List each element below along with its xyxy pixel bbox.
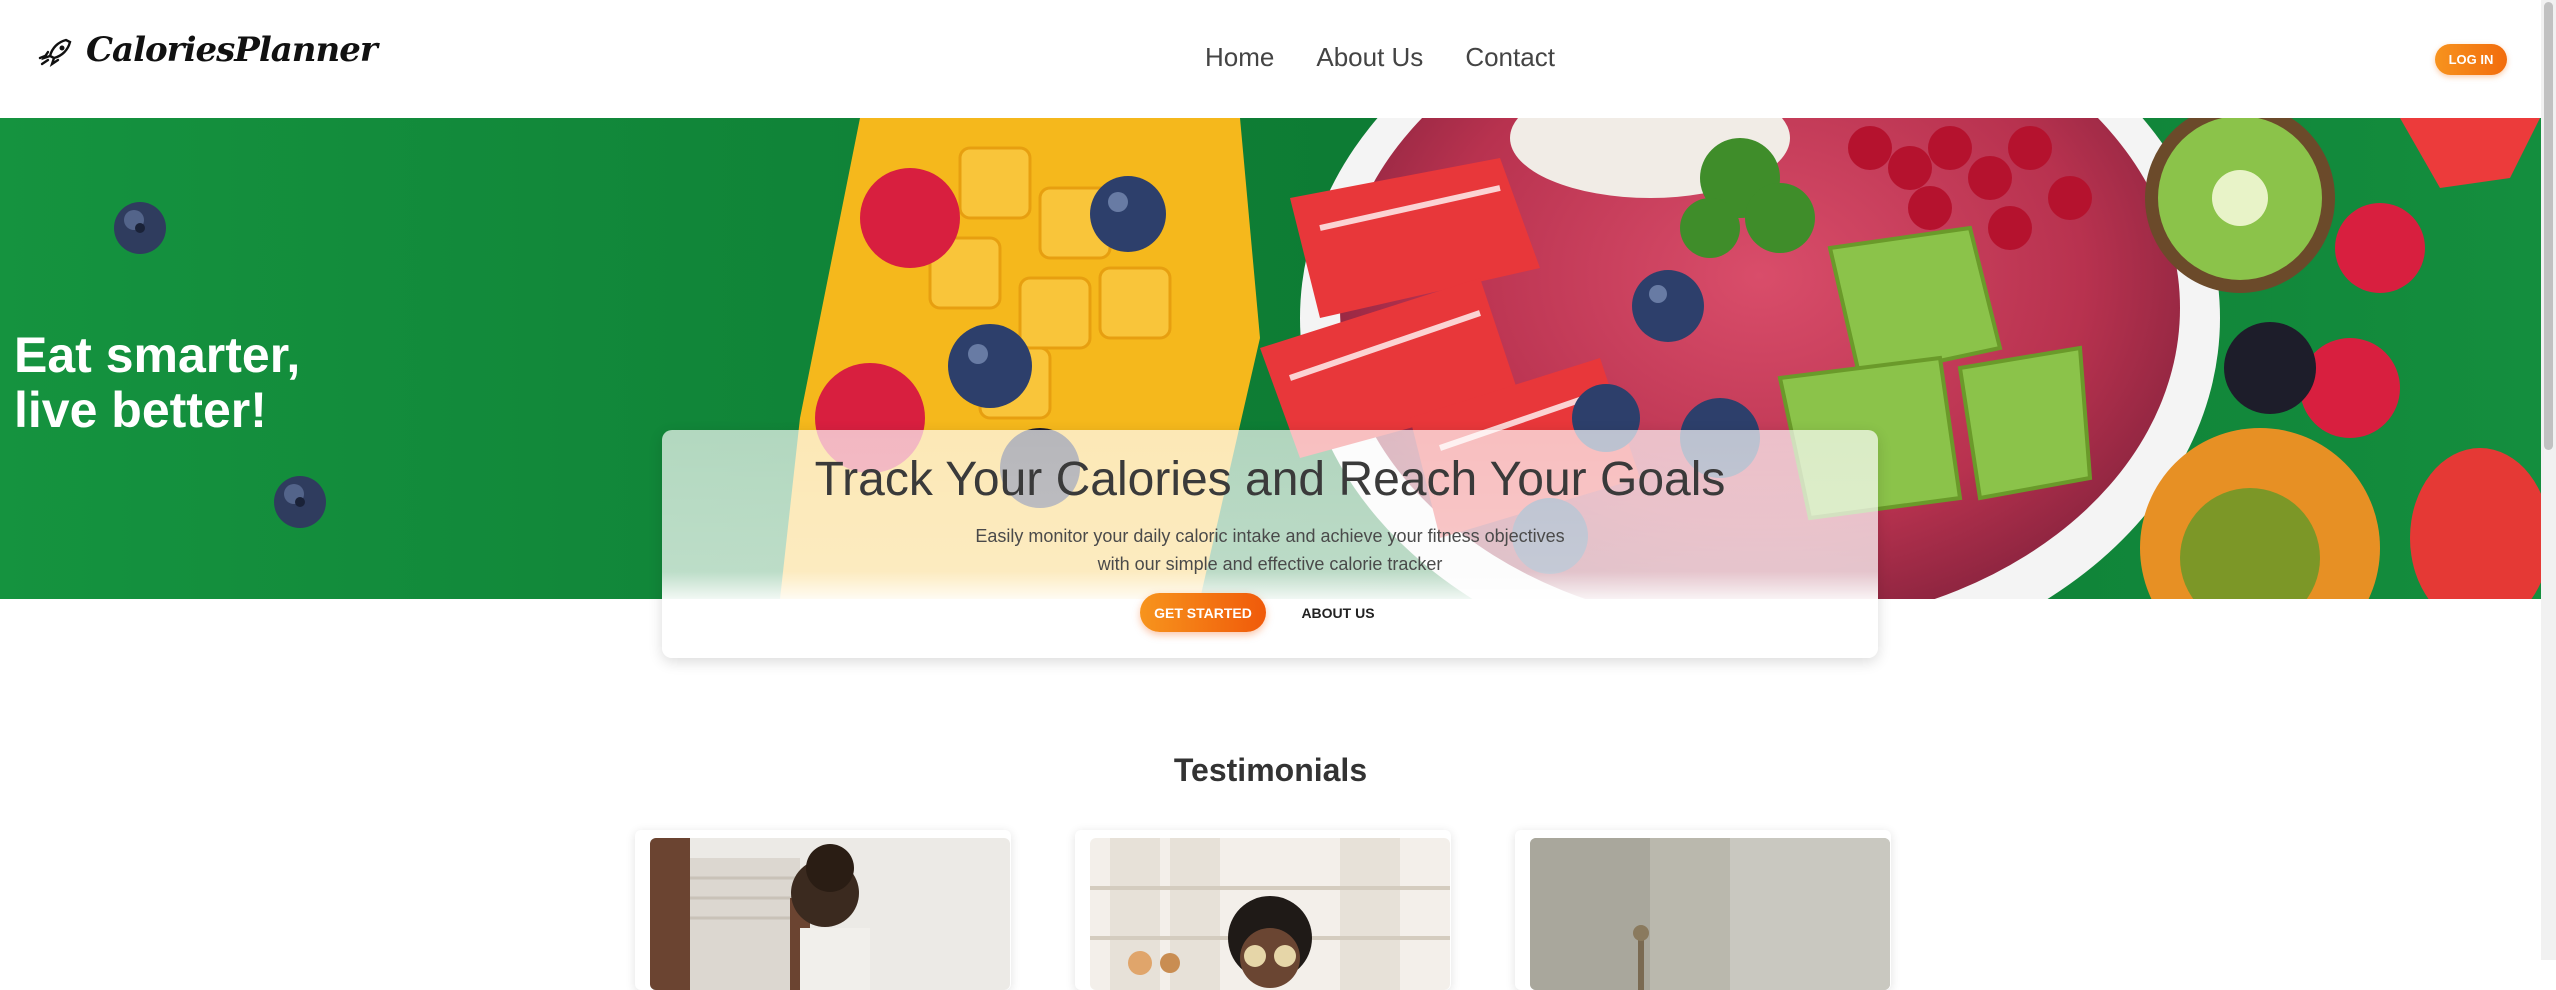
track-title: Track Your Calories and Reach Your Goals [814,453,1726,506]
track-subtitle-line2: with our simple and effective calorie tr… [1097,554,1443,574]
nav-link-contact[interactable]: Contact [1465,42,1555,73]
blueberry-icon [114,202,166,254]
page-scrollbar[interactable] [2541,0,2556,960]
testimonial-card[interactable] [635,830,1011,990]
testimonial-card[interactable] [1515,830,1891,990]
nav-link-home[interactable]: Home [1205,42,1274,73]
testimonials-heading: Testimonials [1173,752,1368,788]
testimonial-photo [1530,838,1890,990]
get-started-button[interactable]: GET STARTED [1140,593,1266,632]
testimonial-photo [650,838,1010,990]
nav-link-about-us[interactable]: About Us [1316,42,1423,73]
login-button[interactable]: LOG IN [2435,44,2507,75]
brand-logo[interactable]: CaloriesPlanner [36,28,378,72]
blueberry-icon [274,476,326,528]
brand-name: CaloriesPlanner [86,30,378,70]
navbar: CaloriesPlanner Home About Us Contact LO… [0,0,2541,119]
track-subtitle-line1: Easily monitor your daily caloric intake… [975,526,1565,546]
main-nav: Home About Us Contact [1205,42,1555,73]
hero-headline-line2: live better! [14,382,267,438]
hero-headline: Eat smarter, live better! [14,328,434,438]
about-us-button[interactable]: ABOUT US [1288,593,1388,632]
track-subtitle: Easily monitor your daily caloric intake… [662,522,1878,578]
rocket-logo-icon [38,38,72,67]
testimonial-photo [1090,838,1450,990]
track-calories-card: Track Your Calories and Reach Your Goals… [662,430,1878,658]
hero-headline-line1: Eat smarter, [14,327,301,383]
scrollbar-thumb[interactable] [2544,2,2553,450]
testimonial-card[interactable] [1075,830,1451,990]
